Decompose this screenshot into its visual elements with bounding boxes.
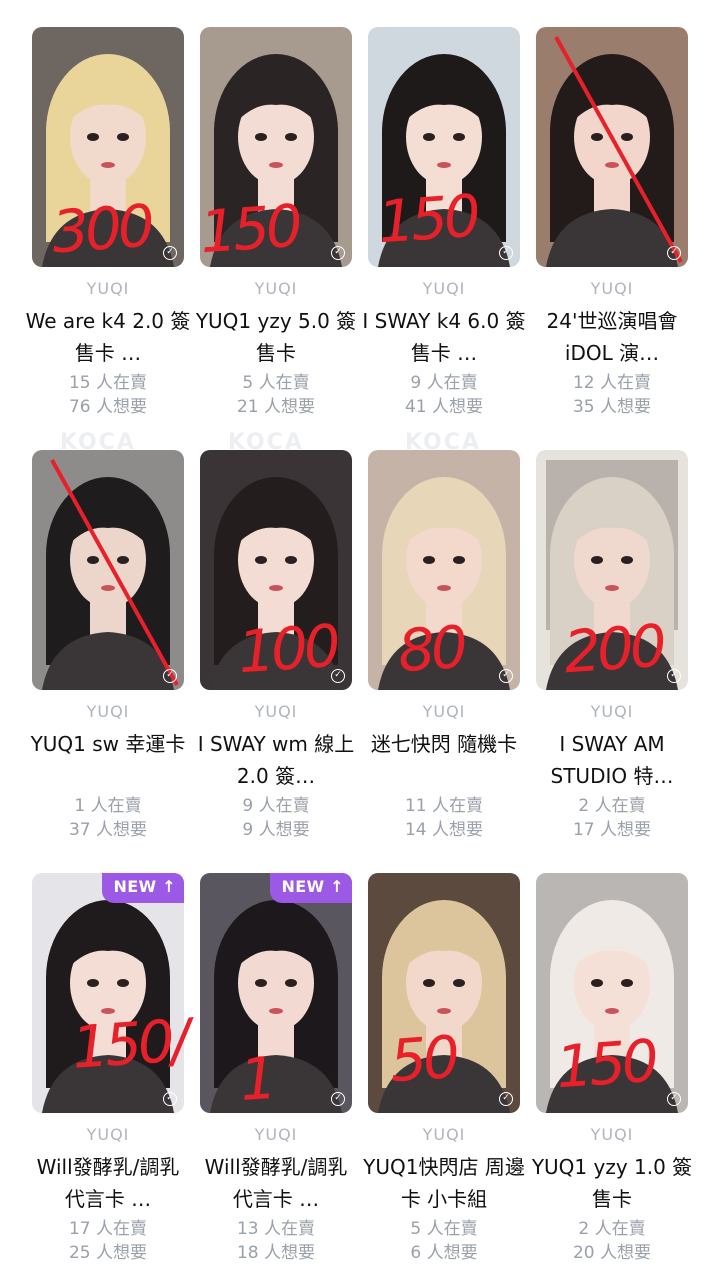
- wanters-count: 20 人想要: [572, 1243, 652, 1263]
- card-title[interactable]: I SWAY wm 線上2.0 簽…: [192, 728, 360, 792]
- artist-name: YUQI: [254, 279, 298, 298]
- wanters-count: 25 人想要: [68, 1243, 148, 1263]
- sellers-count: 17 人在賣: [68, 1219, 148, 1239]
- sellers-count: 2 人在賣: [578, 796, 646, 816]
- verified-check-icon: ✓: [499, 669, 513, 683]
- photocard-item[interactable]: ✓ YUQI We are k4 2.0 簽售卡 … 15 人在賣 76 人想要: [26, 27, 200, 437]
- wanters-count: 6 人想要: [410, 1243, 478, 1263]
- wanters-count: 35 人想要: [572, 397, 652, 417]
- wanters-count: 18 人想要: [236, 1243, 316, 1263]
- card-photo[interactable]: ✓ NEW ↑: [200, 873, 352, 1113]
- wanters-count: 17 人想要: [572, 820, 652, 840]
- sellers-count: 12 人在賣: [572, 373, 652, 393]
- artist-name: YUQI: [86, 279, 130, 298]
- sellers-count: 9 人在賣: [410, 373, 478, 393]
- photocard-item[interactable]: ✓ NEW ↑ YUQI Will發酵乳/調乳 代言卡 … 13 人在賣 18 人想要: [200, 873, 368, 1283]
- card-title[interactable]: YUQ1 sw 幸運卡: [24, 728, 192, 792]
- card-title[interactable]: Will發酵乳/調乳 代言卡 …: [192, 1151, 360, 1215]
- card-photo[interactable]: ✓: [32, 27, 184, 267]
- photocard-item[interactable]: ✓ YUQI I SWAY k4 6.0 簽售卡 … 9 人在賣 41 人想要: [362, 27, 536, 437]
- artist-name: YUQI: [422, 702, 466, 721]
- card-photo[interactable]: ✓: [536, 873, 688, 1113]
- new-badge: NEW ↑: [101, 873, 184, 903]
- card-title[interactable]: 24'世巡演唱會 iDOL 演…: [528, 305, 696, 369]
- artist-name: YUQI: [254, 1125, 298, 1144]
- photocard-item[interactable]: ✓ YUQI 24'世巡演唱會 iDOL 演… 12 人在賣 35 人想要: [536, 27, 704, 437]
- artist-name: YUQI: [422, 1125, 466, 1144]
- wanters-count: 21 人想要: [236, 397, 316, 417]
- wanters-count: 76 人想要: [68, 397, 148, 417]
- sellers-count: 1 人在賣: [74, 796, 142, 816]
- artist-name: YUQI: [254, 702, 298, 721]
- card-photo[interactable]: ✓ NEW ↑: [32, 873, 184, 1113]
- artist-name: YUQI: [590, 1125, 634, 1144]
- card-title[interactable]: 迷七快閃 隨機卡: [360, 728, 528, 792]
- sellers-count: 15 人在賣: [68, 373, 148, 393]
- verified-check-icon: ✓: [499, 1092, 513, 1106]
- artist-name: YUQI: [86, 1125, 130, 1144]
- verified-check-icon: ✓: [667, 669, 681, 683]
- card-title[interactable]: YUQ1 yzy 1.0 簽售卡: [528, 1151, 696, 1215]
- sellers-count: 13 人在賣: [236, 1219, 316, 1239]
- artist-name: YUQI: [422, 279, 466, 298]
- artist-name: YUQI: [590, 279, 634, 298]
- wanters-count: 41 人想要: [404, 397, 484, 417]
- photocard-item[interactable]: ✓ YUQI I SWAY AM STUDIO 特… 2 人在賣 17 人想要: [536, 450, 704, 860]
- verified-check-icon: ✓: [163, 1092, 177, 1106]
- sellers-count: 2 人在賣: [578, 1219, 646, 1239]
- card-title[interactable]: YUQ1快閃店 周邊卡 小卡組: [360, 1151, 528, 1215]
- card-title[interactable]: YUQ1 yzy 5.0 簽售卡: [192, 305, 360, 369]
- photocard-item[interactable]: ✓ NEW ↑ YUQI Will發酵乳/調乳 代言卡 … 17 人在賣 25 人想要: [32, 873, 200, 1283]
- card-photo[interactable]: ✓: [368, 450, 520, 690]
- card-photo[interactable]: ✓: [32, 450, 184, 690]
- wanters-count: 9 人想要: [242, 820, 310, 840]
- card-photo[interactable]: ✓: [200, 27, 352, 267]
- photocard-item[interactable]: ✓ YUQI YUQ1 sw 幸運卡 1 人在賣 37 人想要: [31, 450, 200, 860]
- verified-check-icon: ✓: [163, 669, 177, 683]
- card-photo[interactable]: ✓: [368, 873, 520, 1113]
- card-title[interactable]: I SWAY AM STUDIO 特…: [528, 728, 696, 792]
- card-photo[interactable]: ✓: [536, 450, 688, 690]
- card-photo[interactable]: ✓: [536, 27, 688, 267]
- card-title[interactable]: I SWAY k4 6.0 簽售卡 …: [360, 305, 528, 369]
- sellers-count: 5 人在賣: [410, 1219, 478, 1239]
- verified-check-icon: ✓: [331, 246, 345, 260]
- verified-check-icon: ✓: [163, 246, 177, 260]
- sellers-count: 9 人在賣: [242, 796, 310, 816]
- photocard-item[interactable]: ✓ YUQI I SWAY wm 線上2.0 簽… 9 人在賣 9 人想要: [198, 450, 368, 860]
- wanters-count: 37 人想要: [68, 820, 148, 840]
- card-photo[interactable]: ✓: [200, 450, 352, 690]
- artist-name: YUQI: [590, 702, 634, 721]
- wanters-count: 14 人想要: [404, 820, 484, 840]
- sellers-count: 11 人在賣: [404, 796, 484, 816]
- sellers-count: 5 人在賣: [242, 373, 310, 393]
- photocard-item[interactable]: ✓ YUQI YUQ1快閃店 周邊卡 小卡組 5 人在賣 6 人想要: [363, 873, 536, 1283]
- verified-check-icon: ✓: [667, 1092, 681, 1106]
- verified-check-icon: ✓: [499, 246, 513, 260]
- artist-name: YUQI: [86, 702, 130, 721]
- verified-check-icon: ✓: [667, 246, 681, 260]
- card-title[interactable]: Will發酵乳/調乳 代言卡 …: [24, 1151, 192, 1215]
- photocard-item[interactable]: ✓ YUQI YUQ1 yzy 5.0 簽售卡 5 人在賣 21 人想要: [196, 27, 368, 437]
- card-title[interactable]: We are k4 2.0 簽售卡 …: [24, 305, 192, 369]
- verified-check-icon: ✓: [331, 669, 345, 683]
- verified-check-icon: ✓: [331, 1092, 345, 1106]
- new-badge: NEW ↑: [269, 873, 352, 903]
- photocard-item[interactable]: ✓ YUQI YUQ1 yzy 1.0 簽售卡 2 人在賣 20 人想要: [532, 873, 704, 1283]
- card-photo[interactable]: ✓: [368, 27, 520, 267]
- photocard-item[interactable]: ✓ YUQI 迷七快閃 隨機卡 11 人在賣 14 人想要: [368, 450, 536, 860]
